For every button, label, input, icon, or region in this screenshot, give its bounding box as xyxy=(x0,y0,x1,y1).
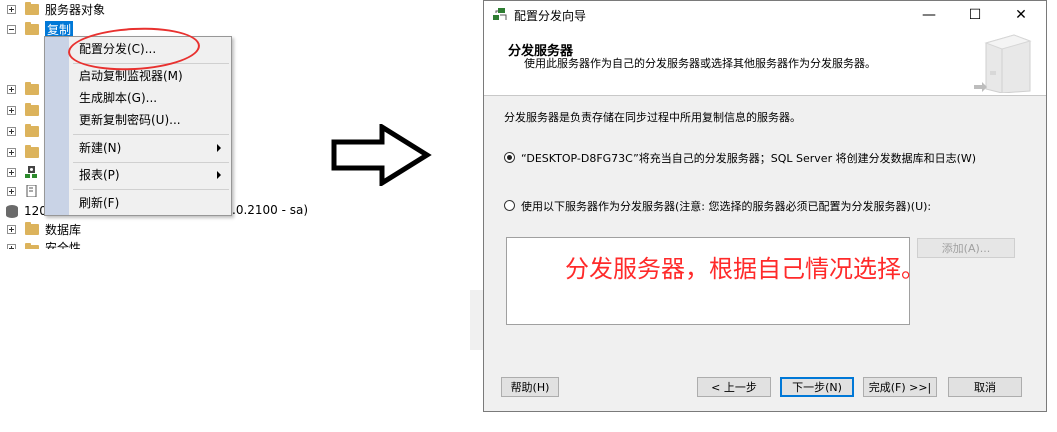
help-button[interactable]: 帮助(H) xyxy=(501,377,559,397)
description-text: 分发服务器是负责存储在同步过程中所用复制信息的服务器。 xyxy=(504,111,801,124)
document-icon xyxy=(26,185,37,197)
title-bar: 配置分发向导 — ☐ ✕ xyxy=(484,1,1046,29)
tree-item[interactable] xyxy=(0,80,39,98)
folder-icon xyxy=(25,144,39,158)
tree-item-security[interactable]: 安全性 xyxy=(0,239,81,249)
menu-item-reports[interactable]: 报表(P) xyxy=(79,165,120,185)
folder-icon xyxy=(25,102,39,116)
tree-item-label: 数据库 xyxy=(45,222,82,237)
tree-item-label: 安全性 xyxy=(45,241,82,249)
radio-self-distributor[interactable] xyxy=(504,152,515,163)
expand-icon[interactable] xyxy=(7,105,16,115)
tree-item-label: 服务器对象 xyxy=(45,2,106,17)
folder-icon xyxy=(25,243,39,249)
submenu-arrow-icon xyxy=(217,144,221,152)
next-button[interactable]: 下一步(N) xyxy=(780,377,854,397)
folder-icon xyxy=(25,221,39,235)
radio-other-distributor-label[interactable]: 使用以下服务器作为分发服务器(注意: 您选择的服务器必须已配置为分发服务器)(U… xyxy=(521,198,931,214)
expand-icon[interactable] xyxy=(7,244,16,249)
submenu-arrow-icon xyxy=(217,171,221,179)
finish-button[interactable]: 完成(F) >>| xyxy=(863,377,937,397)
minimize-button[interactable]: — xyxy=(906,1,952,29)
wizard-app-icon xyxy=(493,8,507,20)
cancel-button[interactable]: 取消 xyxy=(948,377,1022,397)
menu-separator xyxy=(73,162,229,163)
menu-item-update-password[interactable]: 更新复制密码(U)... xyxy=(79,110,181,130)
expand-icon[interactable] xyxy=(7,4,16,14)
right-arrow-icon xyxy=(331,124,432,186)
menu-separator xyxy=(73,134,229,135)
menu-item-refresh[interactable]: 刷新(F) xyxy=(79,193,119,213)
add-button[interactable]: 添加(A)... xyxy=(917,238,1015,258)
expand-icon[interactable] xyxy=(7,84,16,94)
tree-item[interactable] xyxy=(0,182,38,200)
expand-icon[interactable] xyxy=(7,126,16,136)
expand-icon[interactable] xyxy=(7,147,16,157)
agent-icon xyxy=(25,166,37,178)
tree-item[interactable] xyxy=(0,101,39,119)
server-tower-icon xyxy=(974,34,1032,93)
database-server-icon xyxy=(6,204,18,218)
expand-icon[interactable] xyxy=(7,224,16,234)
tree-item[interactable] xyxy=(0,143,39,161)
folder-icon xyxy=(25,1,39,15)
wizard-header: 分发服务器 使用此服务器作为自己的分发服务器或选择其他服务器作为分发服务器。 xyxy=(484,29,1046,96)
tree-item-label: 复制 xyxy=(45,20,74,38)
menu-item-generate-scripts[interactable]: 生成脚本(G)... xyxy=(79,88,157,108)
expand-icon[interactable] xyxy=(7,167,16,177)
server-version-suffix: .0.2100 - sa) xyxy=(232,203,309,217)
maximize-button[interactable]: ☐ xyxy=(952,1,998,29)
expand-icon[interactable] xyxy=(7,186,16,196)
radio-self-distributor-label[interactable]: “DESKTOP-D8FG73C”将充当自己的分发服务器；SQL Server … xyxy=(521,150,976,166)
tree-server-node[interactable]: 120 xyxy=(0,202,47,220)
close-button[interactable]: ✕ xyxy=(998,1,1044,29)
radio-other-distributor[interactable] xyxy=(504,200,515,211)
tree-item[interactable] xyxy=(0,122,39,140)
folder-icon xyxy=(25,81,39,95)
collapse-icon[interactable] xyxy=(7,24,16,34)
folder-icon xyxy=(25,21,39,35)
back-button[interactable]: < 上一步 xyxy=(697,377,771,397)
background-window-edge xyxy=(470,290,484,350)
menu-separator xyxy=(73,189,229,190)
page-subtitle: 使用此服务器作为自己的分发服务器或选择其他服务器作为分发服务器。 xyxy=(524,57,876,70)
menu-icon-gutter xyxy=(45,37,69,215)
tree-item-databases[interactable]: 数据库 xyxy=(0,220,81,238)
tree-item-server-objects[interactable]: 服务器对象 xyxy=(0,0,105,18)
window-title: 配置分发向导 xyxy=(514,9,587,23)
configure-distribution-wizard: 配置分发向导 — ☐ ✕ 分发服务器 使用此服务器作为自己的分发服务器或选择其他… xyxy=(483,0,1047,412)
annotation-text: 分发服务器，根据自己情况选择。 xyxy=(565,255,925,283)
menu-item-new[interactable]: 新建(N) xyxy=(79,138,121,158)
tree-item[interactable] xyxy=(0,163,38,181)
folder-icon xyxy=(25,123,39,137)
